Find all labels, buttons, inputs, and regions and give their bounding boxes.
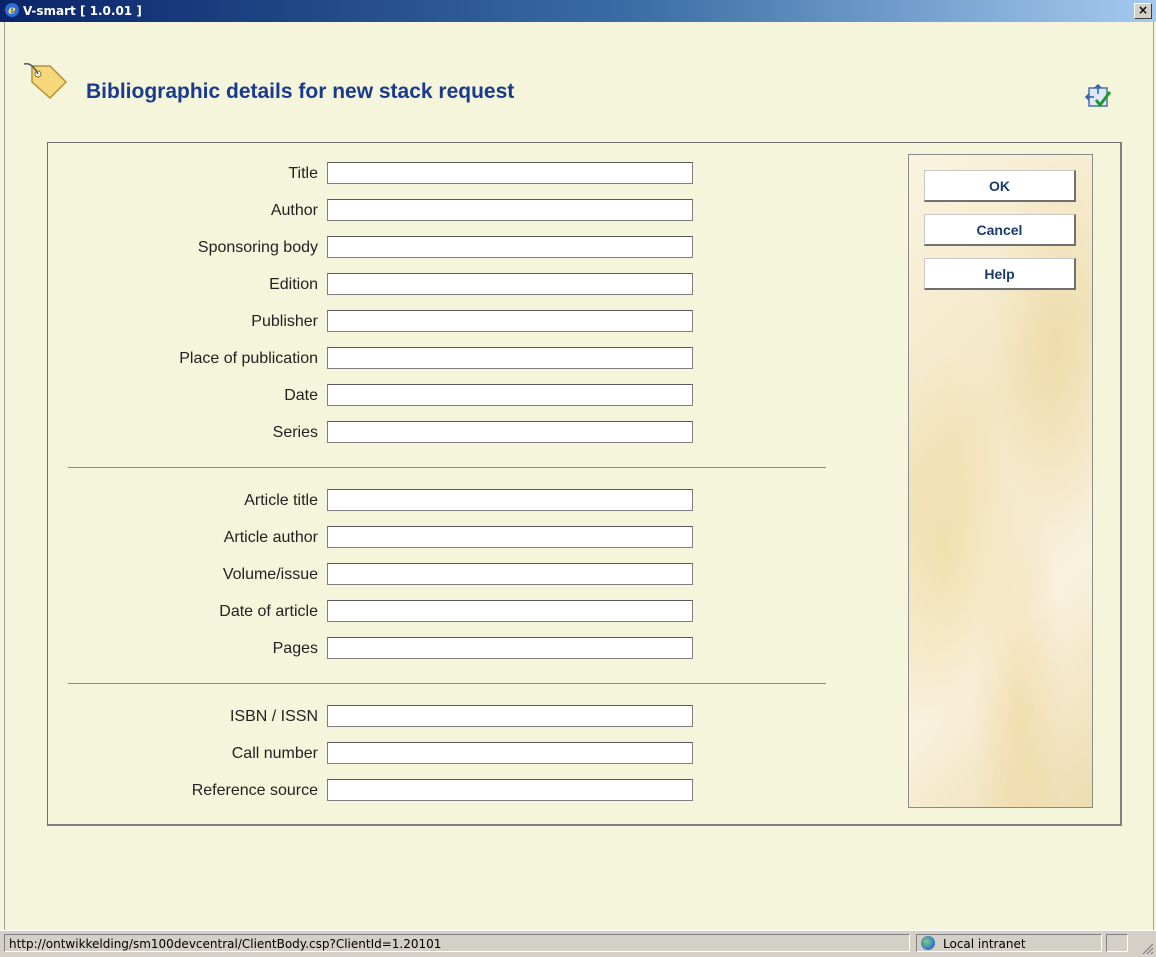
field-row-series: Series bbox=[48, 421, 693, 445]
field-row-edition: Edition bbox=[48, 273, 693, 297]
field-row-title: Title bbox=[48, 162, 693, 186]
field-row-sponsoring-body: Sponsoring body bbox=[48, 236, 693, 260]
place-of-publication-input[interactable] bbox=[327, 347, 693, 369]
reference-source-label: Reference source bbox=[191, 782, 318, 799]
security-zone: Local intranet bbox=[916, 934, 1102, 952]
field-row-publisher: Publisher bbox=[48, 310, 693, 334]
field-row-call-number: Call number bbox=[48, 742, 693, 766]
status-extra-pane bbox=[1106, 934, 1128, 952]
field-row-article-title: Article title bbox=[48, 489, 693, 513]
publisher-input[interactable] bbox=[327, 310, 693, 332]
isbn-issn-input[interactable] bbox=[327, 705, 693, 727]
zone-label: Local intranet bbox=[943, 937, 1026, 951]
tag-icon bbox=[23, 62, 68, 100]
field-row-author: Author bbox=[48, 199, 693, 223]
title-input[interactable] bbox=[327, 162, 693, 184]
status-url: http://ontwikkelding/sm100devcentral/Cli… bbox=[4, 934, 910, 952]
volume-issue-label: Volume/issue bbox=[222, 566, 318, 583]
article-author-input[interactable] bbox=[327, 526, 693, 548]
field-row-isbn-issn: ISBN / ISSN bbox=[48, 705, 693, 729]
field-row-date: Date bbox=[48, 384, 693, 408]
browser-icon: e bbox=[5, 3, 19, 17]
field-row-reference-source: Reference source bbox=[48, 779, 693, 803]
date-input[interactable] bbox=[327, 384, 693, 406]
field-row-pages: Pages bbox=[48, 637, 693, 661]
edition-input[interactable] bbox=[327, 273, 693, 295]
help-button[interactable]: Help bbox=[924, 258, 1076, 290]
pages-input[interactable] bbox=[327, 637, 693, 659]
status-bar: http://ontwikkelding/sm100devcentral/Cli… bbox=[0, 930, 1156, 957]
save-checkmark-icon[interactable] bbox=[1085, 84, 1113, 110]
pages-label: Pages bbox=[272, 640, 318, 657]
place-of-publication-label: Place of publication bbox=[179, 350, 318, 367]
field-row-volume-issue: Volume/issue bbox=[48, 563, 693, 587]
field-row-article-author: Article author bbox=[48, 526, 693, 550]
section-divider bbox=[68, 683, 826, 684]
article-title-label: Article title bbox=[244, 492, 318, 509]
close-button[interactable]: × bbox=[1134, 3, 1152, 19]
date-label: Date bbox=[284, 387, 318, 404]
author-label: Author bbox=[270, 202, 318, 219]
section-divider bbox=[68, 467, 826, 468]
page-title: Bibliographic details for new stack requ… bbox=[86, 80, 515, 103]
date-of-article-input[interactable] bbox=[327, 600, 693, 622]
sponsoring-body-label: Sponsoring body bbox=[197, 239, 318, 256]
window-title: V-smart [ 1.0.01 ] bbox=[23, 4, 142, 18]
series-input[interactable] bbox=[327, 421, 693, 443]
article-title-input[interactable] bbox=[327, 489, 693, 511]
intranet-globe-icon bbox=[921, 936, 935, 950]
reference-source-input[interactable] bbox=[327, 779, 693, 801]
publisher-label: Publisher bbox=[251, 313, 318, 330]
article-author-label: Article author bbox=[223, 529, 318, 546]
call-number-input[interactable] bbox=[327, 742, 693, 764]
cancel-button[interactable]: Cancel bbox=[924, 214, 1076, 246]
author-input[interactable] bbox=[327, 199, 693, 221]
series-label: Series bbox=[272, 424, 318, 441]
button-panel: OK Cancel Help bbox=[908, 154, 1093, 808]
title-label: Title bbox=[288, 165, 318, 182]
window-titlebar: e V-smart [ 1.0.01 ] × bbox=[0, 0, 1156, 22]
isbn-issn-label: ISBN / ISSN bbox=[229, 708, 318, 725]
call-number-label: Call number bbox=[231, 745, 318, 762]
edition-label: Edition bbox=[269, 276, 318, 293]
date-of-article-label: Date of article bbox=[219, 603, 318, 620]
sponsoring-body-input[interactable] bbox=[327, 236, 693, 258]
field-row-date-of-article: Date of article bbox=[48, 600, 693, 624]
ok-button[interactable]: OK bbox=[924, 170, 1076, 202]
resize-grip-icon[interactable] bbox=[1140, 941, 1154, 955]
volume-issue-input[interactable] bbox=[327, 563, 693, 585]
field-row-place-of-publication: Place of publication bbox=[48, 347, 693, 371]
